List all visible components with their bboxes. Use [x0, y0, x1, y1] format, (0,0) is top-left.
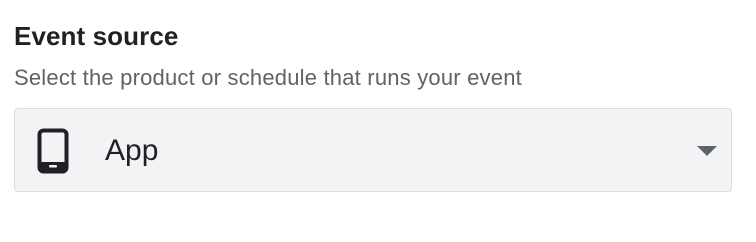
field-description: Select the product or schedule that runs…: [14, 65, 522, 90]
field-title: Event source: [14, 21, 179, 51]
smartphone-icon: [37, 128, 69, 174]
selected-value: App: [105, 134, 159, 167]
event-source-select[interactable]: App: [14, 108, 732, 192]
dropdown-arrow-icon: [697, 146, 717, 156]
